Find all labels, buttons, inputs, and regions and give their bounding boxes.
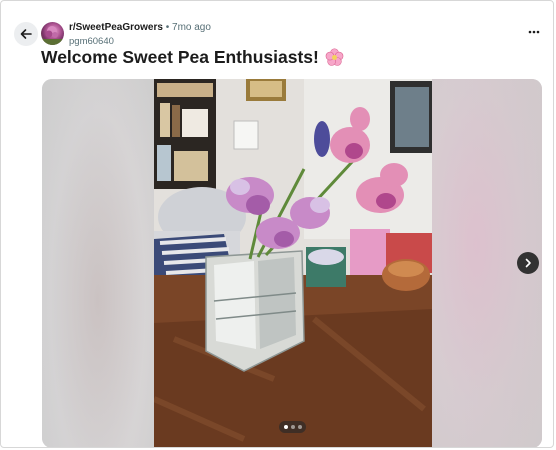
pagination-dot-1[interactable] (283, 425, 288, 429)
meta-separator: • (165, 22, 170, 33)
back-arrow-icon (20, 29, 32, 39)
more-options-button[interactable] (527, 25, 541, 39)
pagination-dot-3[interactable] (297, 425, 302, 429)
post-title-text: Welcome Sweet Pea Enthusiasts! (41, 47, 319, 67)
gallery-pagination (279, 421, 306, 433)
flower-emoji-icon (325, 48, 344, 66)
subreddit-link[interactable]: r/SweetPeaGrowers (69, 22, 163, 33)
next-image-button[interactable] (517, 252, 539, 274)
subreddit-avatar[interactable] (41, 22, 64, 45)
back-button[interactable] (14, 22, 38, 46)
post-card: r/SweetPeaGrowers • 7mo ago pgm60640 Wel… (0, 0, 554, 448)
pagination-dot-2[interactable] (290, 425, 295, 429)
more-options-icon (528, 30, 540, 34)
post-meta: r/SweetPeaGrowers • 7mo ago pgm60640 (69, 22, 211, 48)
chevron-right-icon (525, 258, 531, 268)
post-title: Welcome Sweet Pea Enthusiasts! (41, 47, 344, 68)
post-time: 7mo ago (172, 22, 211, 33)
image-gallery[interactable] (42, 79, 542, 448)
gallery-blur-left (42, 79, 154, 447)
post-image[interactable] (154, 79, 432, 448)
